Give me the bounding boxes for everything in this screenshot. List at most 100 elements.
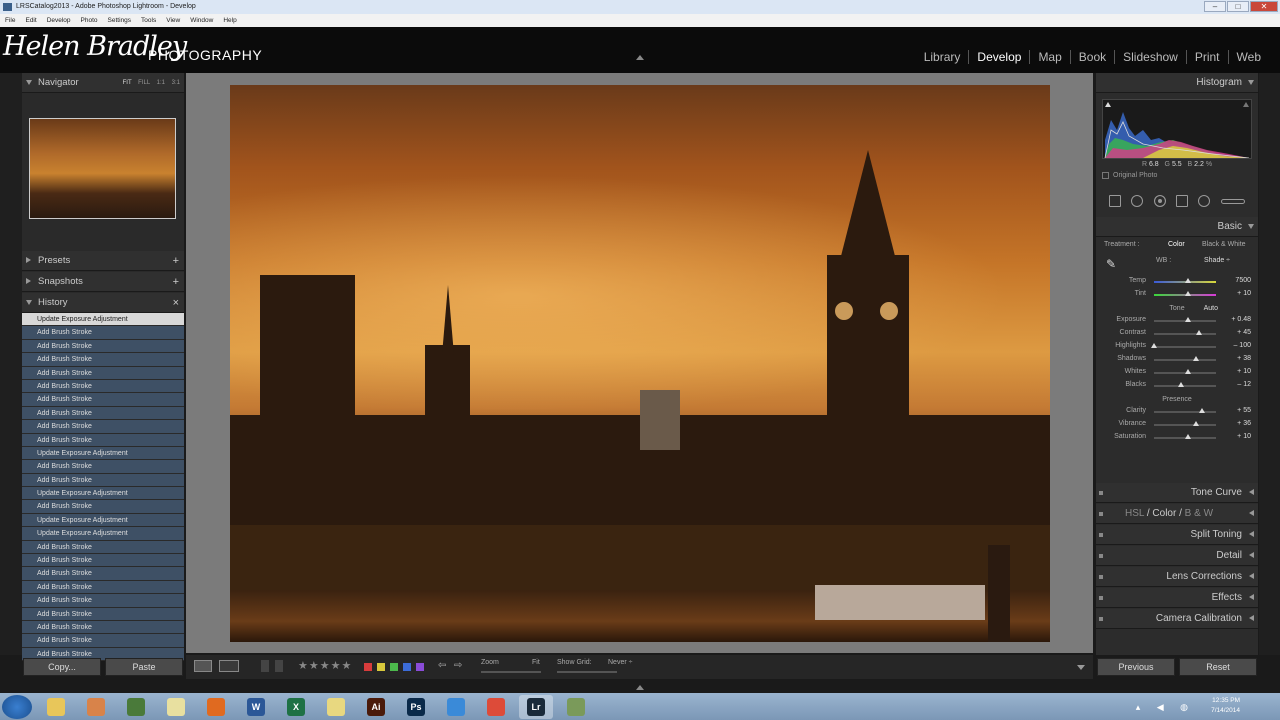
- slider-track[interactable]: [1154, 359, 1216, 361]
- collapse-top-arrow-icon[interactable]: [636, 55, 644, 60]
- navigator-thumbnail[interactable]: [29, 118, 176, 219]
- slider-value[interactable]: + 36: [1237, 420, 1251, 427]
- slider-shadows[interactable]: Shadows + 38: [1096, 353, 1258, 366]
- menu-file[interactable]: File: [5, 14, 15, 27]
- history-item[interactable]: Add Brush Stroke: [22, 554, 184, 568]
- history-item[interactable]: Add Brush Stroke: [22, 580, 184, 595]
- history-item[interactable]: Add Brush Stroke: [22, 540, 184, 555]
- auto-tone-button[interactable]: Auto: [1204, 305, 1218, 312]
- module-book[interactable]: Book: [1069, 50, 1114, 64]
- original-photo-checkbox[interactable]: [1102, 172, 1109, 179]
- slider-value[interactable]: – 12: [1237, 381, 1251, 388]
- slider-knob[interactable]: [1193, 421, 1200, 426]
- slider-track[interactable]: [1154, 346, 1216, 348]
- slider-knob[interactable]: [1185, 291, 1192, 296]
- slider-value[interactable]: 7500: [1235, 277, 1251, 284]
- slider-knob[interactable]: [1178, 382, 1185, 387]
- grid-select[interactable]: Never ÷: [608, 659, 632, 666]
- slider-value[interactable]: + 38: [1237, 355, 1251, 362]
- treatment-bw-option[interactable]: Black & White: [1202, 241, 1246, 248]
- slider-knob[interactable]: [1185, 434, 1192, 439]
- taskbar-explorer-icon[interactable]: [39, 695, 73, 719]
- tray-icons[interactable]: ▴ ◀ ◍: [1136, 702, 1195, 713]
- effects-header[interactable]: Effects: [1096, 588, 1258, 608]
- module-develop[interactable]: Develop: [968, 50, 1029, 64]
- maximize-button[interactable]: □: [1227, 1, 1249, 12]
- slider-value[interactable]: + 0.48: [1231, 316, 1251, 323]
- wb-eyedropper-icon[interactable]: ✎: [1106, 257, 1116, 271]
- crop-tool-icon[interactable]: [1109, 195, 1122, 207]
- histogram-header[interactable]: Histogram: [1096, 73, 1258, 93]
- history-item[interactable]: Add Brush Stroke: [22, 460, 184, 474]
- navigator-zoom-options[interactable]: FIT FILL 1:1 3:1: [123, 73, 180, 93]
- right-edge[interactable]: [1259, 73, 1280, 655]
- paste-button[interactable]: Paste: [105, 658, 183, 676]
- menu-window[interactable]: Window: [190, 14, 213, 27]
- grid-slider[interactable]: [557, 671, 617, 673]
- shadow-clipping-icon[interactable]: [1105, 102, 1111, 107]
- slider-value[interactable]: + 10: [1237, 433, 1251, 440]
- history-item[interactable]: Add Brush Stroke: [22, 326, 184, 340]
- taskbar-app11-icon[interactable]: [439, 695, 473, 719]
- slider-temp[interactable]: Temp 7500: [1096, 275, 1258, 288]
- history-item[interactable]: Add Brush Stroke: [22, 634, 184, 648]
- clear-history-icon[interactable]: ×: [173, 293, 179, 313]
- module-map[interactable]: Map: [1029, 50, 1069, 64]
- slider-blacks[interactable]: Blacks – 12: [1096, 379, 1258, 392]
- camera-calibration-header[interactable]: Camera Calibration: [1096, 609, 1258, 629]
- lens-corrections-header[interactable]: Lens Corrections: [1096, 567, 1258, 587]
- add-preset-icon[interactable]: +: [173, 251, 179, 271]
- detail-header[interactable]: Detail: [1096, 546, 1258, 566]
- photo-preview[interactable]: [230, 85, 1050, 642]
- basic-header[interactable]: Basic: [1096, 217, 1258, 237]
- history-item[interactable]: Add Brush Stroke: [22, 366, 184, 380]
- zoom-slider[interactable]: [481, 671, 541, 673]
- slider-track[interactable]: [1154, 424, 1216, 426]
- color-label-red-icon[interactable]: [364, 663, 372, 671]
- original-photo-toggle[interactable]: Original Photo: [1096, 172, 1258, 179]
- menu-settings[interactable]: Settings: [108, 14, 132, 27]
- history-item[interactable]: Update Exposure Adjustment: [22, 446, 184, 461]
- menu-edit[interactable]: Edit: [25, 14, 36, 27]
- graduated-filter-icon[interactable]: [1176, 195, 1189, 207]
- history-header[interactable]: History ×: [22, 293, 184, 313]
- previous-button[interactable]: Previous: [1097, 658, 1175, 676]
- menu-tools[interactable]: Tools: [141, 14, 156, 27]
- prev-arrow-icon[interactable]: ⇦: [438, 660, 446, 671]
- slider-highlights[interactable]: Highlights – 100: [1096, 340, 1258, 353]
- slider-value[interactable]: + 10: [1237, 290, 1251, 297]
- add-snapshot-icon[interactable]: +: [173, 272, 179, 292]
- taskbar-app14-icon[interactable]: [559, 695, 593, 719]
- history-item[interactable]: Add Brush Stroke: [22, 607, 184, 621]
- taskbar-app3-icon[interactable]: [119, 695, 153, 719]
- slider-knob[interactable]: [1198, 408, 1205, 413]
- history-item[interactable]: Add Brush Stroke: [22, 420, 184, 434]
- slider-track[interactable]: [1154, 385, 1216, 387]
- history-item[interactable]: Add Brush Stroke: [22, 353, 184, 367]
- adjustment-brush-icon[interactable]: [1220, 198, 1245, 204]
- taskbar-firefox-icon[interactable]: [199, 695, 233, 719]
- history-item[interactable]: Update Exposure Adjustment: [22, 527, 184, 541]
- history-item[interactable]: Update Exposure Adjustment: [22, 313, 184, 327]
- loupe-view-icon[interactable]: [194, 660, 212, 672]
- slider-knob[interactable]: [1151, 343, 1157, 348]
- collapse-bottom-arrow-icon[interactable]: [636, 685, 644, 690]
- next-arrow-icon[interactable]: ⇨: [454, 660, 462, 671]
- history-item[interactable]: Add Brush Stroke: [22, 379, 184, 394]
- slider-tint[interactable]: Tint + 10: [1096, 288, 1258, 301]
- start-button[interactable]: [2, 694, 32, 719]
- slider-knob[interactable]: [1193, 356, 1200, 361]
- split-toning-header[interactable]: Split Toning: [1096, 525, 1258, 545]
- flag-pick-icon[interactable]: [261, 660, 269, 672]
- hsl-header[interactable]: HSL / Color / B & W: [1096, 504, 1258, 524]
- slider-value[interactable]: + 10: [1237, 368, 1251, 375]
- module-web[interactable]: Web: [1227, 50, 1269, 64]
- slider-vibrance[interactable]: Vibrance + 36: [1096, 418, 1258, 431]
- taskbar-app8-icon[interactable]: [319, 695, 353, 719]
- slider-track[interactable]: [1154, 411, 1216, 413]
- history-item[interactable]: Add Brush Stroke: [22, 473, 184, 488]
- history-item[interactable]: Update Exposure Adjustment: [22, 513, 184, 528]
- module-slideshow[interactable]: Slideshow: [1114, 50, 1186, 64]
- snapshots-header[interactable]: Snapshots +: [22, 272, 184, 292]
- spot-removal-icon[interactable]: [1131, 195, 1144, 207]
